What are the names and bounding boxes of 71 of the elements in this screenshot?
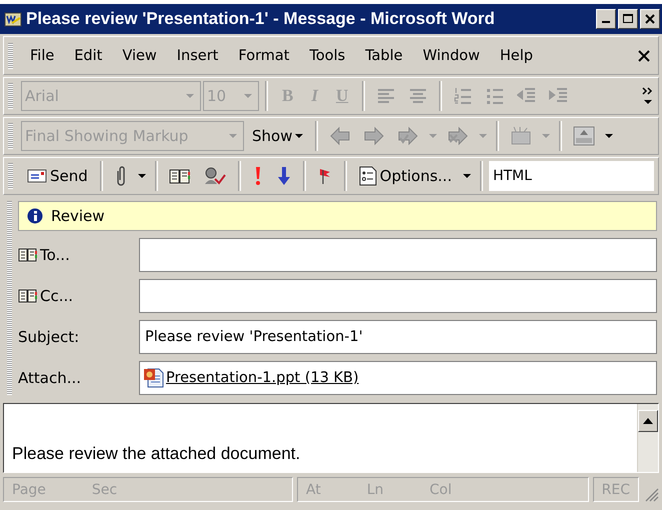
maximize-icon [623, 14, 633, 24]
address-button[interactable]: To... [18, 246, 139, 264]
menu-item[interactable]: Help [490, 48, 542, 64]
menu-item[interactable]: Table [356, 48, 412, 64]
address-book-icon [18, 288, 38, 304]
status-item: Page [12, 482, 46, 498]
menu-item[interactable]: Tools [300, 48, 354, 64]
show-menu-button[interactable]: Show [246, 121, 310, 151]
envelope-icon [27, 169, 47, 183]
window-title: Please review 'Presentation-1' - Message - Microsoft Word [26, 9, 496, 29]
info-icon [27, 208, 43, 224]
caret-icon[interactable] [605, 134, 614, 138]
menu-item[interactable]: Insert [168, 48, 228, 64]
vertical-scrollbar[interactable] [637, 404, 658, 472]
address-field[interactable] [139, 238, 657, 272]
resize-grip-icon[interactable] [643, 486, 659, 502]
caret-icon [244, 94, 252, 98]
options-button[interactable]: Options... [352, 161, 458, 191]
header-grip[interactable] [7, 201, 12, 395]
attachment-link[interactable]: Presentation-1.ppt (13 KB) [166, 370, 359, 386]
menu-item[interactable]: Window [414, 48, 489, 64]
message-format-field[interactable]: HTML [488, 161, 654, 191]
message-body-text: Please review the attached document. [11, 444, 302, 465]
presentation-file-icon [143, 367, 165, 389]
toolbar-grip[interactable] [8, 42, 13, 68]
info-text: Review [51, 207, 105, 225]
status-item: REC [602, 482, 630, 498]
close-icon [645, 14, 655, 24]
caret-icon [229, 134, 237, 138]
close-button[interactable] [640, 9, 660, 29]
status-item: Sec [92, 482, 118, 498]
send-button[interactable]: Send [21, 161, 94, 191]
minimize-button[interactable] [596, 9, 616, 29]
check-names-icon[interactable] [202, 166, 227, 186]
comment-icon[interactable] [510, 126, 532, 146]
display-mode: Final Showing Markup [25, 127, 188, 145]
caret-icon[interactable] [138, 174, 146, 178]
attach-button[interactable]: Attach... [18, 369, 139, 387]
close-icon[interactable] [638, 50, 650, 62]
menu-item[interactable]: File [21, 48, 64, 64]
caret-icon [186, 94, 194, 98]
status-item: Col [430, 482, 452, 498]
next-change-icon[interactable] [363, 126, 386, 146]
address-field[interactable] [139, 279, 657, 313]
address-book-icon [18, 247, 38, 263]
menu-item[interactable]: Edit [65, 48, 112, 64]
subject-field[interactable]: Please review 'Presentation-1' [139, 320, 657, 354]
status-item: At [306, 482, 321, 498]
word-document-icon [4, 10, 22, 28]
menu-item[interactable]: Format [229, 48, 298, 64]
menu-item[interactable]: View [113, 48, 166, 64]
status-item: Ln [366, 482, 384, 498]
previous-change-icon[interactable] [329, 126, 352, 146]
reviewing-pane-icon[interactable] [573, 126, 596, 146]
caret-icon[interactable] [462, 174, 471, 178]
font-name: Arial [25, 87, 59, 105]
reject-change-icon[interactable] [447, 126, 470, 146]
scroll-up-button[interactable] [638, 410, 658, 432]
font-size: 10 [207, 87, 226, 105]
toolbar-grip[interactable] [8, 123, 13, 149]
document-list-icon [358, 166, 377, 186]
field-label: Subject: [18, 328, 80, 346]
up-arrow-icon [643, 418, 653, 424]
toolbar-grip[interactable] [8, 163, 13, 189]
down-arrow-icon[interactable] [276, 165, 292, 187]
caret-icon [295, 134, 304, 138]
maximize-button[interactable] [618, 9, 638, 29]
address-button[interactable]: Cc... [18, 287, 139, 305]
address-book-icon[interactable] [168, 167, 191, 185]
accept-change-icon[interactable] [397, 126, 420, 146]
minimize-icon [602, 21, 610, 23]
